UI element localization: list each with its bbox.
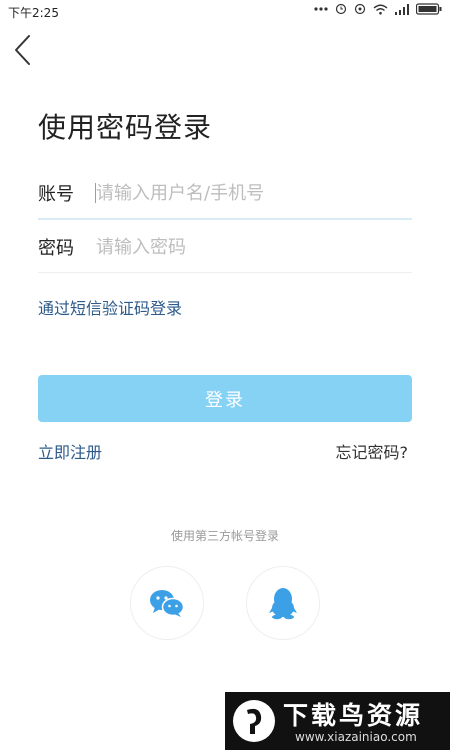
text-caret [95, 183, 96, 203]
forgot-password-link[interactable]: 忘记密码? [336, 439, 409, 463]
back-button[interactable] [10, 32, 36, 68]
qq-icon [269, 588, 297, 620]
wechat-login-button[interactable] [130, 566, 204, 640]
cell-signal-icon [395, 3, 409, 15]
password-input[interactable] [96, 230, 396, 264]
register-link[interactable]: 立即注册 [38, 439, 102, 463]
status-time: 下午2:25 [8, 6, 59, 20]
chevron-left-icon [15, 35, 30, 65]
sms-login-link[interactable]: 通过短信验证码登录 [38, 295, 182, 319]
account-label: 账号 [38, 184, 74, 205]
login-button[interactable]: 登录 [38, 375, 412, 422]
watermark: 下载鸟资源 www.xiazainiao.com [225, 692, 450, 750]
status-bar: 下午2:25 [0, 0, 450, 24]
wechat-icon [150, 590, 185, 617]
watermark-url: www.xiazainiao.com [295, 730, 417, 744]
signal-icon [354, 3, 366, 15]
third-party-label: 使用第三方帐号登录 [170, 529, 279, 543]
alarm-icon [335, 3, 347, 15]
watermark-title: 下载鸟资源 [283, 701, 424, 730]
bird-logo-icon [233, 700, 275, 742]
qq-login-button[interactable] [246, 566, 320, 640]
account-input[interactable] [96, 176, 396, 210]
battery-icon [416, 3, 442, 15]
more-icon [314, 6, 328, 12]
wifi-icon [373, 4, 388, 15]
password-label: 密码 [38, 238, 74, 259]
password-row: 密码 [38, 224, 412, 273]
status-icons [314, 3, 442, 15]
page-title: 使用密码登录 [38, 111, 213, 144]
